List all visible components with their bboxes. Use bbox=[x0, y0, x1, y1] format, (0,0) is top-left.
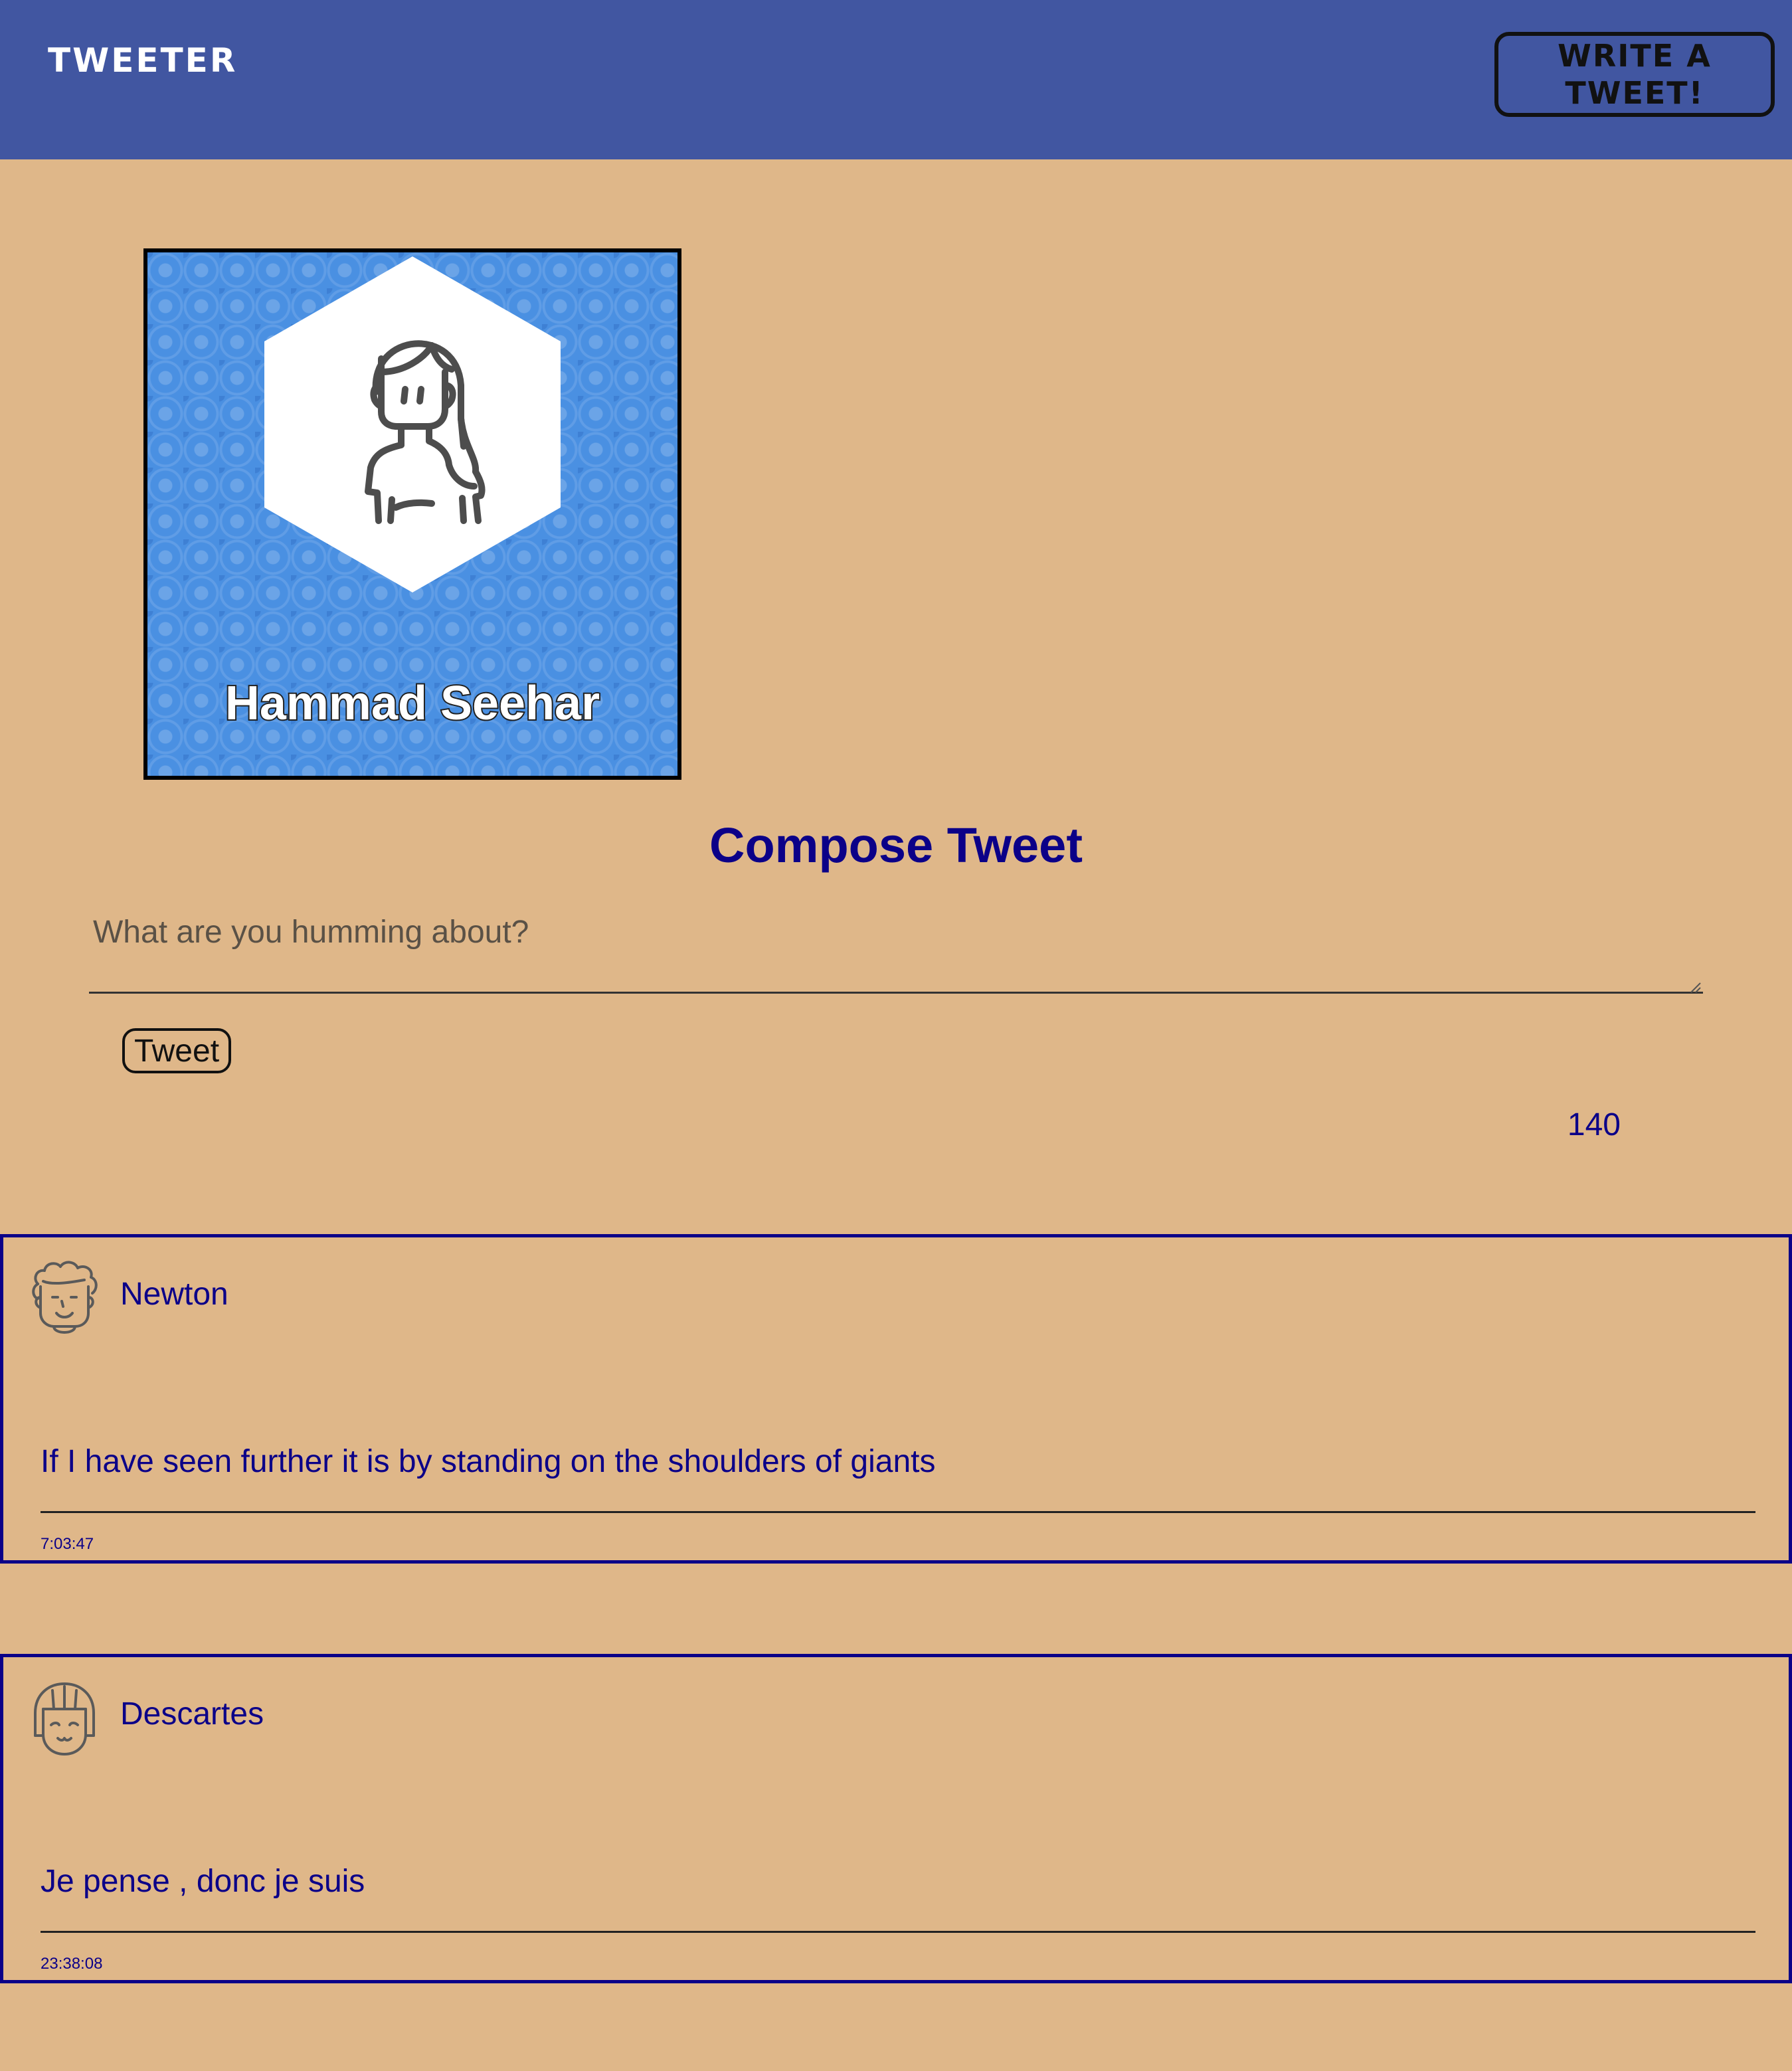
write-tweet-button[interactable]: WRITE A TWEET! bbox=[1494, 32, 1775, 117]
tweet-text: Je pense , donc je suis bbox=[41, 1864, 365, 1899]
top-nav: TWEETER WRITE A TWEET! bbox=[0, 0, 1792, 159]
brand-logo[interactable]: TWEETER bbox=[48, 41, 237, 80]
tweet-timestamp: 7:03:47 bbox=[41, 1535, 94, 1553]
tweet-submit-button[interactable]: Tweet bbox=[122, 1028, 231, 1073]
profile-name: Hammad Seehar bbox=[224, 675, 601, 731]
tweet-author: Newton bbox=[120, 1277, 228, 1312]
profile-avatar-icon bbox=[264, 256, 561, 592]
resize-grip-icon[interactable] bbox=[1690, 982, 1702, 994]
tweet-divider bbox=[41, 1511, 1755, 1513]
tweet-input[interactable] bbox=[89, 907, 1703, 994]
bob-hair-face-icon bbox=[34, 1682, 95, 1756]
tweet-card: Newton If I have seen further it is by s… bbox=[0, 1234, 1792, 1564]
curly-hair-face-icon bbox=[32, 1261, 98, 1334]
tweet-author: Descartes bbox=[120, 1696, 264, 1732]
char-counter: 140 bbox=[1567, 1107, 1621, 1142]
tweet-divider bbox=[41, 1931, 1755, 1933]
profile-card: Hammad Seehar bbox=[143, 248, 681, 780]
compose-title: Compose Tweet bbox=[709, 818, 1083, 873]
tweet-text: If I have seen further it is by standing… bbox=[41, 1444, 936, 1479]
tweet-card: Descartes Je pense , donc je suis 23:38:… bbox=[0, 1654, 1792, 1983]
tweet-timestamp: 23:38:08 bbox=[41, 1955, 103, 1973]
